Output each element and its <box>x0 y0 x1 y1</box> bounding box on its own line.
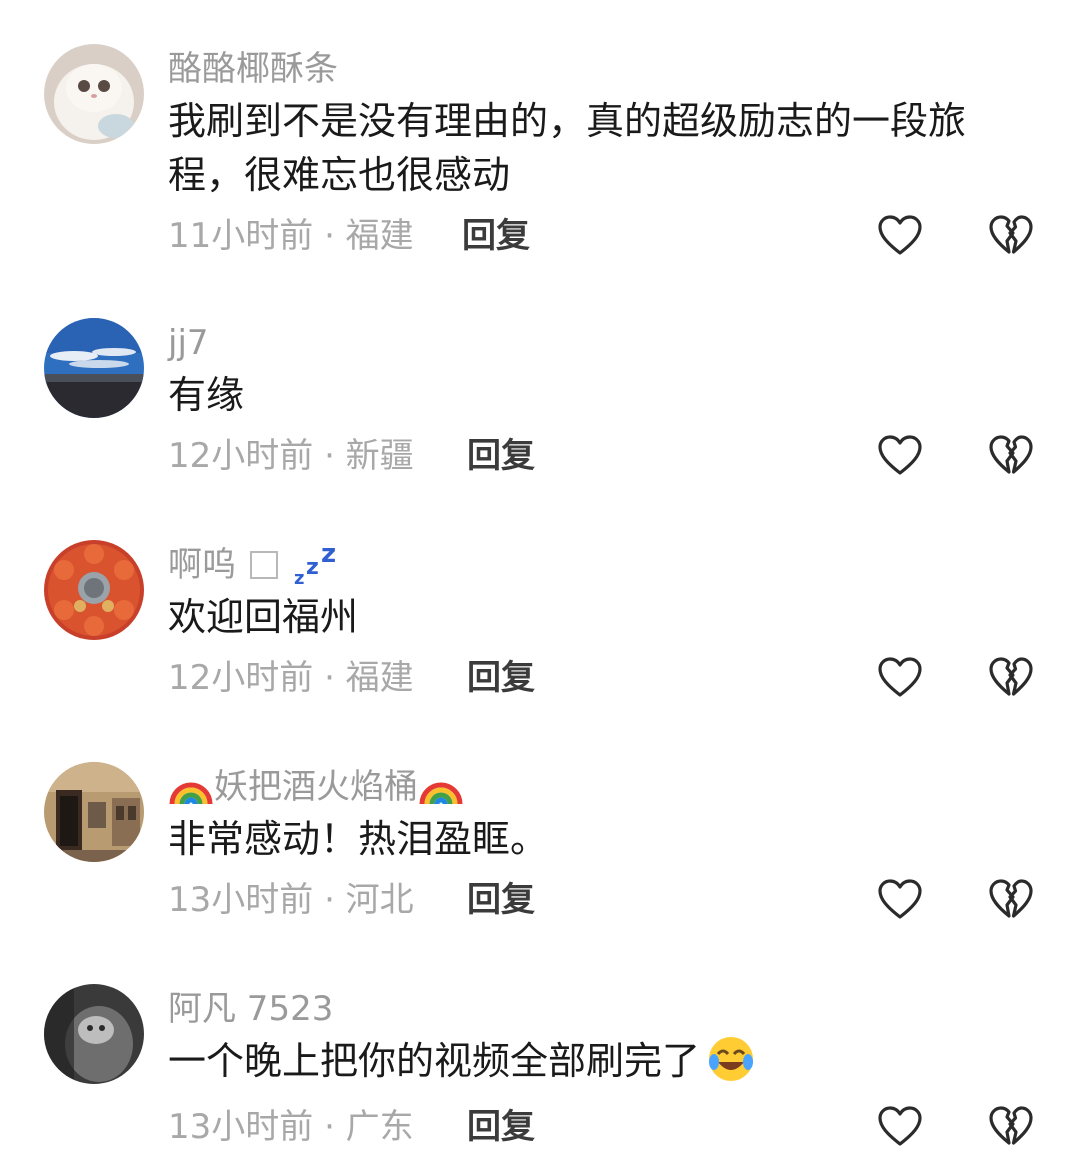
broken-heart-icon[interactable] <box>988 433 1034 479</box>
comment-username[interactable]: 啊呜 z z z <box>168 540 346 590</box>
svg-text:z: z <box>306 555 319 580</box>
reply-button[interactable]: 回复 <box>462 211 530 261</box>
broken-heart-icon[interactable] <box>988 213 1034 259</box>
username-text: 啊呜 <box>168 545 236 585</box>
comment-username[interactable]: 酪酪椰酥条 <box>168 44 338 94</box>
comment-item: 啊呜 z z z 欢迎回福州 12小时前 · 福建 回复 <box>0 540 1080 710</box>
comment-meta: 11小时前 · 福建 <box>168 216 414 256</box>
tears-of-joy-emoji <box>709 1037 754 1081</box>
username-text: 妖把酒火焰桶 <box>214 767 418 807</box>
old-building-avatar[interactable] <box>44 762 144 862</box>
comment-item: 酪酪椰酥条 我刷到不是没有理由的，真的超级励志的一段旅程，很难忘也很感动 11小… <box>0 44 1080 264</box>
comment-username[interactable]: 妖把酒火焰桶 <box>168 762 464 812</box>
broken-heart-icon[interactable] <box>988 1104 1034 1150</box>
zzz-sleep-icon: z z z <box>294 542 336 588</box>
heart-outline-icon[interactable] <box>877 433 923 479</box>
white-kitten-avatar[interactable] <box>44 44 144 144</box>
heart-outline-icon[interactable] <box>877 655 923 701</box>
reply-button[interactable]: 回复 <box>467 1102 535 1152</box>
comment-username[interactable]: jj7 <box>168 318 209 368</box>
broken-heart-icon[interactable] <box>988 877 1034 923</box>
grayscale-photo-avatar[interactable] <box>44 984 144 1084</box>
broken-heart-icon[interactable] <box>988 655 1034 701</box>
comment-meta: 13小时前 · 广东 <box>168 1107 414 1147</box>
reply-button[interactable]: 回复 <box>467 653 535 703</box>
comment-meta: 12小时前 · 福建 <box>168 658 414 698</box>
svg-text:z: z <box>321 542 336 569</box>
svg-text:z: z <box>294 568 304 588</box>
comment-username[interactable]: 阿凡 7523 <box>168 984 333 1034</box>
comment-text: 非常感动！热泪盈眶。 <box>168 817 549 861</box>
comment-text: 欢迎回福州 <box>168 595 359 639</box>
heart-outline-icon[interactable] <box>877 213 923 259</box>
rainbow-emoji <box>169 782 213 805</box>
comment-item: 妖把酒火焰桶 非常感动！热泪盈眶。 13小时前 · 河北 回复 <box>0 762 1080 932</box>
rainbow-emoji <box>419 782 463 805</box>
comment-text-content: 一个晚上把你的视频全部刷完了 <box>168 1039 701 1083</box>
comment-text: 我刷到不是没有理由的，真的超级励志的一段旅程，很难忘也很感动 <box>168 99 967 197</box>
comment-text: 有缘 <box>168 373 245 417</box>
reply-button[interactable]: 回复 <box>467 431 535 481</box>
comment-meta: 12小时前 · 新疆 <box>168 436 414 476</box>
comment-item: jj7 有缘 12小时前 · 新疆 回复 <box>0 318 1080 488</box>
blue-sky-landscape-avatar[interactable] <box>44 318 144 418</box>
comment-item: 阿凡 7523 一个晚上把你的视频全部刷完了 13小时前 · 广东 回复 <box>0 984 1080 1164</box>
heart-outline-icon[interactable] <box>877 1104 923 1150</box>
heart-outline-icon[interactable] <box>877 877 923 923</box>
square-icon <box>250 551 278 579</box>
reply-button[interactable]: 回复 <box>467 875 535 925</box>
comment-text: 一个晚上把你的视频全部刷完了 <box>168 1034 1028 1088</box>
comment-meta: 13小时前 · 河北 <box>168 880 414 920</box>
food-platter-avatar[interactable] <box>44 540 144 640</box>
